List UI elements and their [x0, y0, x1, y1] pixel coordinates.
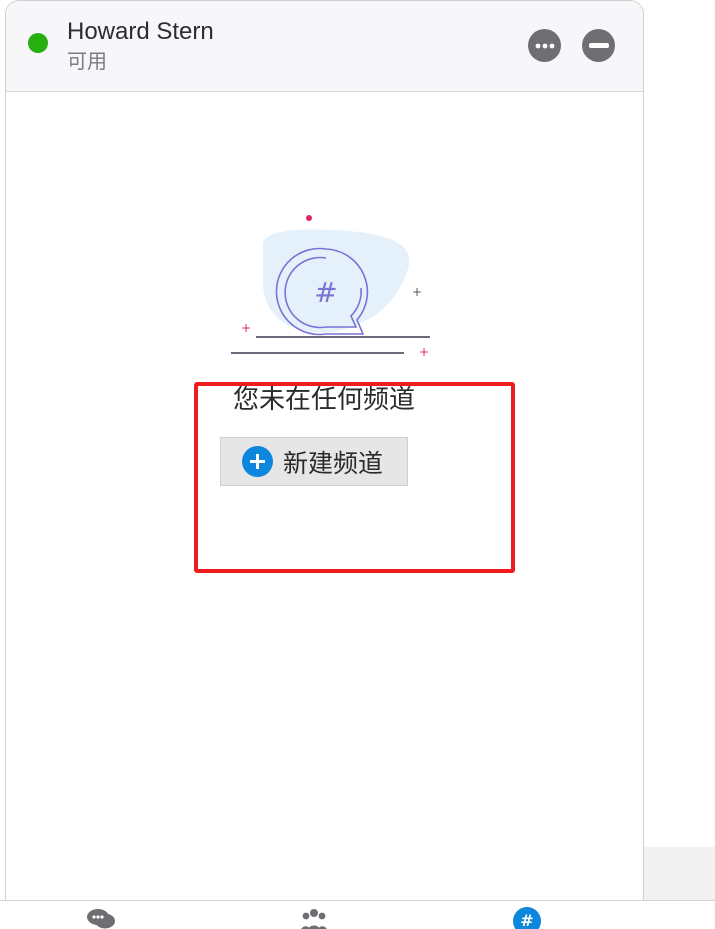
nav-tab-channels[interactable]: #	[511, 907, 543, 929]
bottom-navigation: #	[0, 900, 715, 929]
contacts-icon	[301, 909, 327, 929]
minimize-button[interactable]	[582, 29, 615, 62]
empty-state-message: 您未在任何频道	[233, 384, 416, 414]
side-strip	[642, 847, 715, 900]
new-channel-label: 新建频道	[283, 449, 384, 478]
minimize-icon	[588, 43, 609, 48]
page: Howard Stern 可用 # + + + 您未在任何频道 新建频道 #	[0, 0, 715, 929]
plus-circle-icon	[242, 446, 273, 477]
nav-tab-contacts[interactable]	[298, 907, 330, 929]
more-icon	[535, 43, 554, 48]
svg-text:+: +	[419, 345, 429, 359]
svg-text:+: +	[412, 285, 422, 299]
svg-text:+: +	[241, 321, 251, 335]
more-options-button[interactable]	[528, 29, 561, 62]
empty-channels-illustration: # + + +	[231, 215, 430, 359]
channels-panel: Howard Stern 可用 # + + + 您未在任何频道 新建频道	[5, 0, 644, 901]
online-status-dot	[28, 33, 48, 53]
svg-text:#: #	[314, 276, 337, 309]
panel-header: Howard Stern 可用	[6, 1, 643, 92]
user-status-text: 可用	[67, 51, 107, 73]
user-name: Howard Stern	[67, 18, 214, 45]
channels-icon: #	[513, 907, 541, 929]
new-channel-button[interactable]: 新建频道	[220, 437, 408, 486]
chat-icon	[87, 909, 115, 929]
nav-tab-chats[interactable]	[85, 907, 117, 929]
